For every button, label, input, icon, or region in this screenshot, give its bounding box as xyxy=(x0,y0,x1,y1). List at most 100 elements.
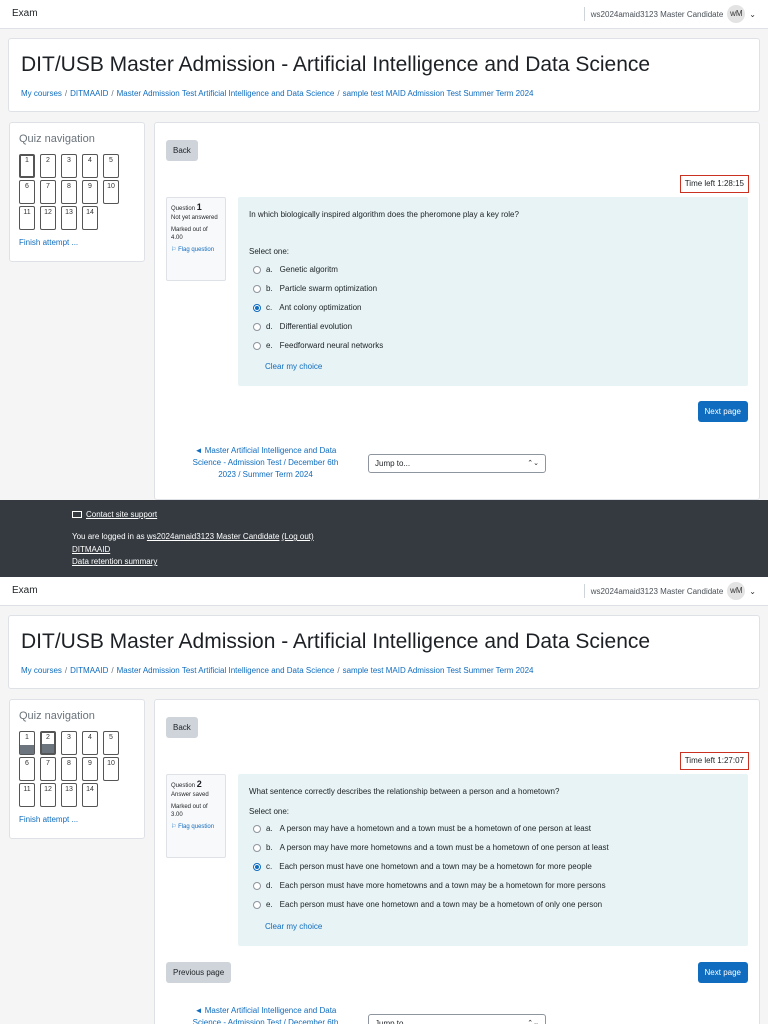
breadcrumb-quiz[interactable]: sample test MAID Admission Test Summer T… xyxy=(343,89,534,98)
user-name[interactable]: ws2024amaid3123 Master Candidate xyxy=(591,587,724,596)
breadcrumb-section[interactable]: Master Admission Test Artificial Intelli… xyxy=(117,666,335,675)
breadcrumb-course[interactable]: DITMAAID xyxy=(70,89,108,98)
user-name[interactable]: ws2024amaid3123 Master Candidate xyxy=(591,10,724,19)
question-text: What sentence correctly describes the re… xyxy=(249,787,560,796)
quiz-nav-question-13[interactable]: 13 xyxy=(61,783,77,807)
logout-link[interactable]: (Log out) xyxy=(282,532,314,541)
quiz-nav-question-9[interactable]: 9 xyxy=(82,180,98,204)
quiz-nav-question-8[interactable]: 8 xyxy=(61,757,77,781)
option-text: A person may have more hometowns and a t… xyxy=(279,843,609,852)
user-menu[interactable]: ws2024amaid3123 Master Candidate wM ⌄ xyxy=(583,582,756,600)
back-button[interactable]: Back xyxy=(166,140,198,161)
flag-question-link[interactable]: ⚐ Flag question xyxy=(171,823,221,830)
radio-unchecked-icon[interactable] xyxy=(253,265,261,274)
radio-checked-icon[interactable] xyxy=(253,303,261,312)
finish-attempt-link[interactable]: Finish attempt ... xyxy=(19,815,78,824)
quiz-nav-question-1[interactable]: 1 xyxy=(19,731,35,755)
option-letter: e. xyxy=(266,900,273,909)
quiz-nav-question-6[interactable]: 6 xyxy=(19,180,35,204)
quiz-navigation-title: Quiz navigation xyxy=(19,133,95,145)
select-one-label: Select one: xyxy=(249,247,290,256)
quiz-nav-question-1[interactable]: 1 xyxy=(19,154,35,178)
quiz-nav-question-5[interactable]: 5 xyxy=(103,154,119,178)
quiz-nav-question-9[interactable]: 9 xyxy=(82,757,98,781)
radio-unchecked-icon[interactable] xyxy=(253,843,261,852)
profile-link[interactable]: ws2024amaid3123 Master Candidate xyxy=(147,532,280,541)
footer-course-link[interactable]: DITMAAID xyxy=(72,545,110,554)
back-button[interactable]: Back xyxy=(166,717,198,738)
quiz-nav-question-5[interactable]: 5 xyxy=(103,731,119,755)
answer-option-e[interactable]: e. Each person must have one hometown and… xyxy=(253,900,602,909)
clear-choice-link[interactable]: Clear my choice xyxy=(265,922,322,931)
radio-unchecked-icon[interactable] xyxy=(253,341,261,350)
radio-unchecked-icon[interactable] xyxy=(253,322,261,331)
data-retention-link[interactable]: Data retention summary xyxy=(72,557,157,566)
quiz-nav-question-2[interactable]: 2 xyxy=(40,731,56,755)
user-menu[interactable]: ws2024amaid3123 Master Candidate wM ⌄ xyxy=(583,5,756,23)
back-to-course-link[interactable]: ◄ Master Artificial Intelligence and Dat… xyxy=(183,1005,348,1024)
answer-option-b[interactable]: b. A person may have more hometowns and a… xyxy=(253,843,609,852)
quiz-nav-question-8[interactable]: 8 xyxy=(61,180,77,204)
quiz-nav-question-10[interactable]: 10 xyxy=(103,757,119,781)
radio-unchecked-icon[interactable] xyxy=(253,284,261,293)
quiz-nav-question-7[interactable]: 7 xyxy=(40,757,56,781)
previous-page-button[interactable]: Previous page xyxy=(166,962,232,983)
answer-option-b[interactable]: b. Particle swarm optimization xyxy=(253,284,377,293)
breadcrumb-section[interactable]: Master Admission Test Artificial Intelli… xyxy=(117,89,335,98)
jump-to-select[interactable]: Jump to... ⌃⌄ xyxy=(368,454,546,473)
quiz-nav-question-12[interactable]: 12 xyxy=(40,783,56,807)
quiz-nav-question-4[interactable]: 4 xyxy=(82,731,98,755)
answer-option-d[interactable]: d. Differential evolution xyxy=(253,322,352,331)
quiz-nav-question-6[interactable]: 6 xyxy=(19,757,35,781)
quiz-nav-question-11[interactable]: 11 xyxy=(19,206,35,230)
radio-checked-icon[interactable] xyxy=(253,862,261,871)
quiz-nav-question-14[interactable]: 14 xyxy=(82,206,98,230)
breadcrumb-my-courses[interactable]: My courses xyxy=(21,89,62,98)
quiz-nav-question-13[interactable]: 13 xyxy=(61,206,77,230)
quiz-navigation-block: Quiz navigation Finish attempt ... 12345… xyxy=(9,122,145,262)
back-to-course-link[interactable]: ◄ Master Artificial Intelligence and Dat… xyxy=(183,445,348,481)
quiz-nav-question-7[interactable]: 7 xyxy=(40,180,56,204)
quiz-nav-question-2[interactable]: 2 xyxy=(40,154,56,178)
radio-unchecked-icon[interactable] xyxy=(253,824,261,833)
avatar[interactable]: wM xyxy=(727,582,746,600)
question-region: Back Time left 1:27:07 Question 2 Answer… xyxy=(154,699,760,1024)
option-letter: c. xyxy=(266,862,273,871)
answer-option-a[interactable]: a. Genetic algoritm xyxy=(253,265,338,274)
site-brand[interactable]: Exam xyxy=(12,585,38,596)
quiz-nav-question-10[interactable]: 10 xyxy=(103,180,119,204)
radio-unchecked-icon[interactable] xyxy=(253,900,261,909)
select-arrows-icon: ⌃⌄ xyxy=(527,1020,539,1024)
quiz-nav-question-12[interactable]: 12 xyxy=(40,206,56,230)
breadcrumb: My courses / DITMAAID / Master Admission Tes… xyxy=(21,89,534,98)
answer-option-a[interactable]: a. A person may have a hometown and a tow… xyxy=(253,824,591,833)
answer-option-d[interactable]: d. Each person must have more hometowns a… xyxy=(253,881,606,890)
next-page-button[interactable]: Next page xyxy=(697,401,748,422)
contact-support-link[interactable]: Contact site support xyxy=(86,510,157,519)
option-text: Differential evolution xyxy=(279,322,353,331)
quiz-nav-question-3[interactable]: 3 xyxy=(61,154,77,178)
chevron-down-icon[interactable]: ⌄ xyxy=(749,10,756,19)
answer-option-e[interactable]: e. Feedforward neural networks xyxy=(253,341,383,350)
breadcrumb-quiz[interactable]: sample test MAID Admission Test Summer T… xyxy=(343,666,534,675)
breadcrumb-course[interactable]: DITMAAID xyxy=(70,666,108,675)
clear-choice-link[interactable]: Clear my choice xyxy=(265,362,322,371)
quiz-nav-question-4[interactable]: 4 xyxy=(82,154,98,178)
chevron-down-icon[interactable]: ⌄ xyxy=(749,587,756,596)
quiz-nav-question-14[interactable]: 14 xyxy=(82,783,98,807)
logged-in-info: You are logged in as ws2024amaid3123 Mas… xyxy=(72,532,314,541)
answer-option-c[interactable]: c. Each person must have one hometown and… xyxy=(253,862,592,871)
breadcrumb-my-courses[interactable]: My courses xyxy=(21,666,62,675)
quiz-nav-question-3[interactable]: 3 xyxy=(61,731,77,755)
answer-option-c[interactable]: c. Ant colony optimization xyxy=(253,303,362,312)
finish-attempt-link[interactable]: Finish attempt ... xyxy=(19,238,78,247)
next-page-button[interactable]: Next page xyxy=(697,962,748,983)
timer: Time left 1:28:15 xyxy=(679,175,749,193)
radio-unchecked-icon[interactable] xyxy=(253,881,261,890)
flag-question-link[interactable]: ⚐ Flag question xyxy=(171,246,221,253)
question-info: Question 1 Not yet answered Marked out o… xyxy=(166,197,226,281)
quiz-nav-question-11[interactable]: 11 xyxy=(19,783,35,807)
avatar[interactable]: wM xyxy=(727,5,746,23)
jump-to-select[interactable]: Jump to... ⌃⌄ xyxy=(368,1014,546,1024)
site-brand[interactable]: Exam xyxy=(12,8,38,19)
